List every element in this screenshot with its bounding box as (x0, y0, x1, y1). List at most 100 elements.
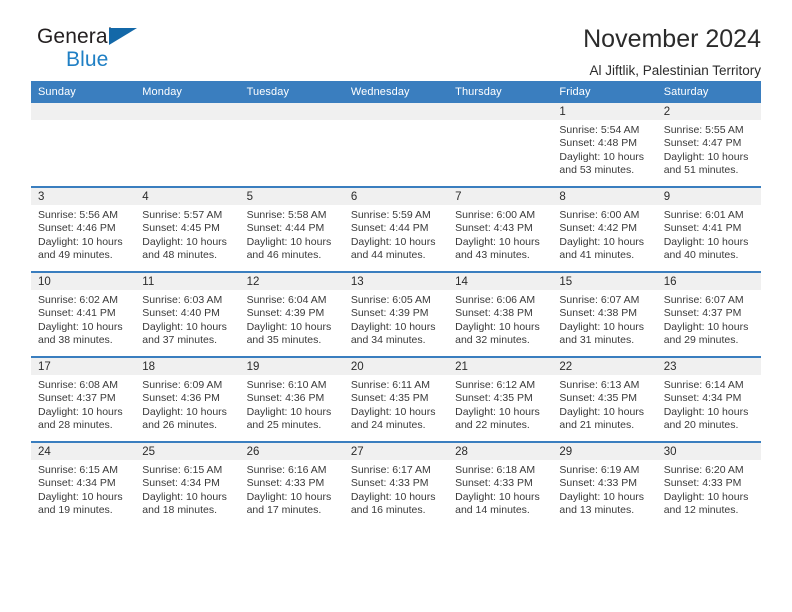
daylight-text: Daylight: 10 hours and 24 minutes. (350, 405, 436, 432)
day-details: Sunrise: 6:03 AM Sunset: 4:40 PM Daylight:… (135, 290, 239, 348)
sunset-text: Sunset: 4:46 PM (38, 222, 116, 235)
calendar-day-cell[interactable]: 11 Sunrise: 6:03 AM Sunset: 4:40 PM Dayligh… (135, 271, 240, 357)
calendar-day-cell[interactable]: 5 Sunrise: 5:58 AM Sunset: 4:44 PM Daylight… (239, 186, 344, 272)
sunset-text: Sunset: 4:40 PM (142, 307, 220, 320)
day-details: Sunrise: 6:19 AM Sunset: 4:33 PM Daylight:… (552, 460, 656, 518)
calendar-day-cell[interactable]: 4 Sunrise: 5:57 AM Sunset: 4:45 PM Daylight… (135, 186, 240, 272)
logo-text-blue: Blue (66, 48, 109, 71)
day-number: 24 (31, 443, 136, 460)
sunrise-text: Sunrise: 6:17 AM (350, 464, 431, 476)
calendar-day-cell[interactable]: 19 Sunrise: 6:10 AM Sunset: 4:36 PM Dayligh… (239, 356, 344, 442)
calendar-day-cell[interactable]: 2 Sunrise: 5:55 AM Sunset: 4:47 PM Daylight… (656, 103, 761, 187)
sunrise-text: Sunrise: 5:58 AM (246, 209, 327, 221)
daylight-text: Daylight: 10 hours and 26 minutes. (142, 405, 227, 432)
calendar-day-cell[interactable]: 26 Sunrise: 6:16 AM Sunset: 4:33 PM Dayligh… (239, 441, 344, 526)
sunset-text: Sunset: 4:34 PM (663, 392, 742, 405)
day-number: 19 (239, 358, 344, 375)
daylight-text: Daylight: 10 hours and 40 minutes. (663, 235, 749, 262)
calendar-day-cell[interactable]: 22 Sunrise: 6:13 AM Sunset: 4:35 PM Dayligh… (552, 356, 657, 442)
sunrise-text: Sunrise: 6:11 AM (350, 379, 431, 391)
sunset-text: Sunset: 4:48 PM (559, 137, 638, 150)
calendar-day-cell[interactable]: 24 Sunrise: 6:15 AM Sunset: 4:34 PM Dayligh… (31, 441, 136, 526)
sunrise-text: Sunrise: 6:07 AM (559, 294, 640, 306)
calendar-day-cell[interactable]: 20 Sunrise: 6:11 AM Sunset: 4:35 PM Dayligh… (343, 356, 449, 442)
day-number: 4 (135, 188, 240, 205)
day-details: Sunrise: 5:59 AM Sunset: 4:44 PM Daylight:… (344, 205, 448, 263)
calendar-day-cell[interactable]: 27 Sunrise: 6:17 AM Sunset: 4:33 PM Dayligh… (343, 441, 449, 526)
daylight-text: Daylight: 10 hours and 35 minutes. (246, 320, 332, 347)
sunset-text: Sunset: 4:39 PM (350, 307, 429, 320)
calendar-day-cell[interactable]: 3 Sunrise: 5:56 AM Sunset: 4:46 PM Daylight… (31, 186, 136, 272)
daylight-text: Daylight: 10 hours and 22 minutes. (455, 405, 540, 432)
day-details: Sunrise: 6:02 AM Sunset: 4:41 PM Daylight:… (31, 290, 135, 348)
sunset-text: Sunset: 4:42 PM (559, 222, 638, 235)
daylight-text: Daylight: 10 hours and 32 minutes. (455, 320, 540, 347)
calendar-day-cell[interactable]: 18 Sunrise: 6:09 AM Sunset: 4:36 PM Dayligh… (135, 356, 240, 442)
sunrise-text: Sunrise: 6:06 AM (455, 294, 536, 306)
day-details: Sunrise: 6:06 AM Sunset: 4:38 PM Daylight:… (448, 290, 552, 348)
day-number (239, 103, 344, 120)
sunrise-text: Sunrise: 5:56 AM (38, 209, 118, 221)
weekday-header-monday: Monday (135, 81, 240, 103)
day-details: Sunrise: 5:55 AM Sunset: 4:47 PM Daylight:… (657, 120, 761, 178)
generalblue-logo[interactable]: General Blue (31, 26, 157, 82)
daylight-text: Daylight: 10 hours and 51 minutes. (663, 150, 749, 177)
daylight-text: Daylight: 10 hours and 16 minutes. (350, 490, 436, 517)
daylight-text: Daylight: 10 hours and 21 minutes. (559, 405, 645, 432)
calendar-day-cell[interactable]: 13 Sunrise: 6:05 AM Sunset: 4:39 PM Dayligh… (343, 271, 449, 357)
day-number: 10 (31, 273, 136, 290)
calendar-week-row: 1 Sunrise: 5:54 AM Sunset: 4:48 PM Daylight… (31, 103, 761, 187)
calendar-day-cell[interactable]: 1 Sunrise: 5:54 AM Sunset: 4:48 PM Daylight… (552, 103, 657, 187)
day-details: Sunrise: 6:12 AM Sunset: 4:35 PM Daylight:… (448, 375, 552, 433)
sunset-text: Sunset: 4:41 PM (663, 222, 742, 235)
day-details: Sunrise: 6:04 AM Sunset: 4:39 PM Daylight:… (240, 290, 344, 348)
daylight-text: Daylight: 10 hours and 13 minutes. (559, 490, 645, 517)
day-number: 9 (656, 188, 761, 205)
day-number: 16 (656, 273, 761, 290)
calendar-day-cell[interactable]: 25 Sunrise: 6:15 AM Sunset: 4:34 PM Dayligh… (135, 441, 240, 526)
calendar-day-cell[interactable]: 29 Sunrise: 6:19 AM Sunset: 4:33 PM Dayligh… (552, 441, 657, 526)
sunrise-text: Sunrise: 6:00 AM (455, 209, 536, 221)
day-number: 30 (656, 443, 761, 460)
calendar-day-cell[interactable]: 28 Sunrise: 6:18 AM Sunset: 4:33 PM Dayligh… (448, 441, 553, 526)
day-number: 15 (552, 273, 657, 290)
sunrise-text: Sunrise: 5:55 AM (663, 124, 744, 136)
daylight-text: Daylight: 10 hours and 37 minutes. (142, 320, 227, 347)
day-details: Sunrise: 5:56 AM Sunset: 4:46 PM Daylight:… (31, 205, 135, 263)
weekday-header-sunday: Sunday (31, 81, 136, 103)
calendar-day-cell[interactable]: 8 Sunrise: 6:00 AM Sunset: 4:42 PM Daylight… (552, 186, 657, 272)
day-number: 11 (135, 273, 240, 290)
day-details: Sunrise: 6:11 AM Sunset: 4:35 PM Daylight:… (344, 375, 448, 433)
calendar-day-cell[interactable]: 21 Sunrise: 6:12 AM Sunset: 4:35 PM Dayligh… (448, 356, 553, 442)
calendar-day-cell[interactable]: 6 Sunrise: 5:59 AM Sunset: 4:44 PM Daylight… (343, 186, 449, 272)
sunrise-text: Sunrise: 6:10 AM (246, 379, 327, 391)
sunset-text: Sunset: 4:33 PM (455, 477, 533, 490)
sunrise-text: Sunrise: 6:02 AM (38, 294, 118, 306)
day-number: 6 (343, 188, 449, 205)
calendar-day-cell[interactable]: 23 Sunrise: 6:14 AM Sunset: 4:34 PM Dayligh… (656, 356, 761, 442)
day-details: Sunrise: 6:00 AM Sunset: 4:43 PM Daylight:… (448, 205, 552, 263)
day-number: 28 (448, 443, 553, 460)
calendar-day-cell[interactable]: 30 Sunrise: 6:20 AM Sunset: 4:33 PM Dayligh… (656, 441, 761, 526)
calendar-day-cell[interactable]: 10 Sunrise: 6:02 AM Sunset: 4:41 PM Dayligh… (31, 271, 136, 357)
sunset-text: Sunset: 4:34 PM (38, 477, 116, 490)
calendar-day-cell[interactable]: 12 Sunrise: 6:04 AM Sunset: 4:39 PM Dayligh… (239, 271, 344, 357)
day-details: Sunrise: 6:07 AM Sunset: 4:38 PM Daylight:… (552, 290, 656, 348)
calendar-body: 1 Sunrise: 5:54 AM Sunset: 4:48 PM Daylight… (31, 103, 761, 526)
calendar-day-cell[interactable]: 17 Sunrise: 6:08 AM Sunset: 4:37 PM Dayligh… (31, 356, 136, 442)
calendar-day-cell[interactable]: 7 Sunrise: 6:00 AM Sunset: 4:43 PM Daylight… (448, 186, 553, 272)
weekday-header-friday: Friday (552, 81, 657, 103)
calendar-day-cell[interactable]: 14 Sunrise: 6:06 AM Sunset: 4:38 PM Dayligh… (448, 271, 553, 357)
sunrise-text: Sunrise: 6:15 AM (142, 464, 223, 476)
sunset-text: Sunset: 4:47 PM (663, 137, 742, 150)
day-details: Sunrise: 5:57 AM Sunset: 4:45 PM Daylight:… (135, 205, 239, 263)
sunset-text: Sunset: 4:33 PM (246, 477, 325, 490)
day-number: 17 (31, 358, 136, 375)
day-number (135, 103, 240, 120)
calendar-day-cell[interactable]: 16 Sunrise: 6:07 AM Sunset: 4:37 PM Dayligh… (656, 271, 761, 357)
calendar-day-cell[interactable]: 9 Sunrise: 6:01 AM Sunset: 4:41 PM Daylight… (656, 186, 761, 272)
day-number: 18 (135, 358, 240, 375)
calendar-day-cell[interactable]: 15 Sunrise: 6:07 AM Sunset: 4:38 PM Dayligh… (552, 271, 657, 357)
day-details: Sunrise: 6:08 AM Sunset: 4:37 PM Daylight:… (31, 375, 135, 433)
weekday-header-thursday: Thursday (448, 81, 553, 103)
